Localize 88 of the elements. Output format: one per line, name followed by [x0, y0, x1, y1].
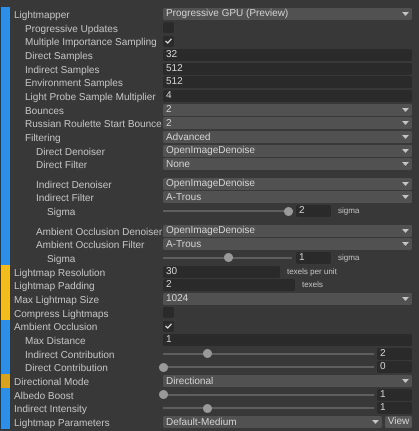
caret-icon	[402, 108, 409, 112]
input-field[interactable]: 1	[163, 334, 412, 346]
setting-label: Lightmap Padding	[14, 281, 95, 292]
input-field[interactable]: 512	[163, 62, 412, 75]
setting-label: Direct Filter	[36, 160, 88, 172]
input-field[interactable]: 32	[163, 48, 412, 61]
dropdown[interactable]: 2	[163, 104, 412, 116]
check-icon	[165, 323, 172, 330]
input-field[interactable]: 30	[163, 266, 280, 278]
input-field[interactable]: 4	[163, 90, 412, 102]
setting-label: Bounces	[25, 106, 64, 117]
dropdown[interactable]: Advanced	[163, 131, 412, 144]
dropdown[interactable]: OpenImageDenoise	[163, 144, 412, 157]
setting-label: Russian Roulette Start Bounce	[25, 119, 162, 130]
caret-icon	[402, 296, 409, 301]
setting-label: Indirect Contribution	[25, 350, 114, 361]
input-field[interactable]: 1	[377, 402, 412, 414]
slider[interactable]	[163, 206, 292, 216]
dropdown[interactable]: 2	[163, 117, 412, 130]
setting-label: Ambient Occlusion Denoiser	[36, 226, 162, 238]
dropdown[interactable]: Default-Medium	[163, 416, 382, 428]
setting-label: Lightmap Resolution	[14, 268, 106, 279]
slider-handle[interactable]	[159, 390, 168, 400]
setting-label: Ambient Occlusion	[14, 322, 98, 334]
unit-label: texels	[302, 279, 323, 292]
setting-label: Progressive Updates	[25, 24, 118, 35]
slider[interactable]	[163, 404, 374, 413]
setting-label: Max Lightmap Size	[14, 294, 100, 306]
checkbox[interactable]	[163, 36, 174, 47]
caret-icon	[402, 121, 409, 126]
caret-icon	[402, 148, 409, 153]
dropdown[interactable]: Directional	[163, 375, 412, 388]
unit-label: sigma	[338, 205, 360, 218]
caret-icon	[402, 182, 409, 186]
caret-icon	[402, 162, 409, 166]
setting-label: Sigma	[47, 207, 76, 218]
input-field[interactable]: 1	[377, 388, 412, 401]
checkbox[interactable]	[163, 320, 174, 332]
dropdown[interactable]: None	[163, 158, 412, 170]
caret-icon	[402, 135, 409, 140]
setting-label: Filtering	[25, 133, 61, 144]
check-icon	[165, 38, 172, 44]
dropdown[interactable]: OpenImageDenoise	[163, 224, 412, 237]
setting-label: Multiple Importance Sampling	[25, 37, 157, 48]
setting-label: Sigma	[47, 254, 76, 265]
input-field[interactable]: 2	[377, 348, 412, 360]
setting-label: Direct Samples	[25, 50, 93, 62]
caret-icon	[402, 195, 409, 200]
input-field[interactable]: 512	[163, 76, 412, 88]
caret-icon	[402, 379, 409, 384]
input-field[interactable]: 0	[377, 361, 412, 374]
setting-label: Indirect Denoiser	[36, 180, 112, 191]
unit-label: sigma	[338, 252, 360, 264]
unit-label: texels per unit	[287, 266, 337, 278]
setting-label: Max Distance	[25, 336, 86, 348]
caret-icon	[372, 420, 379, 424]
caret-icon	[402, 12, 409, 16]
setting-label: Compress Lightmaps	[14, 308, 108, 320]
slider[interactable]	[163, 253, 292, 262]
setting-label: Light Probe Sample Multiplier	[25, 92, 156, 103]
setting-label: Indirect Samples	[25, 64, 100, 76]
input-field[interactable]: 2	[296, 205, 331, 218]
slider-handle[interactable]	[224, 253, 232, 262]
input-field[interactable]: 2	[163, 279, 295, 292]
caret-icon	[402, 228, 409, 233]
setting-label: Ambient Occlusion Filter	[36, 240, 144, 252]
dropdown[interactable]: A-Trous	[163, 238, 412, 250]
slider-handle[interactable]	[203, 349, 212, 358]
dropdown[interactable]: A-Trous	[163, 191, 412, 204]
setting-label: Direct Contribution	[25, 363, 108, 374]
setting-label: Environment Samples	[25, 78, 123, 90]
setting-label: Direct Denoiser	[36, 146, 105, 158]
setting-label: Directional Mode	[14, 377, 90, 388]
input-field[interactable]: 1	[296, 252, 331, 264]
setting-label: Lightmapper	[14, 10, 70, 21]
view-button[interactable]: View	[385, 416, 412, 428]
setting-label: Lightmap Parameters	[14, 418, 110, 430]
setting-label: Indirect Intensity	[14, 404, 87, 416]
setting-label: Indirect Filter	[36, 193, 94, 204]
caret-icon	[402, 242, 409, 246]
slider-handle[interactable]	[284, 206, 294, 216]
slider-handle[interactable]	[159, 362, 168, 372]
slider[interactable]	[163, 349, 374, 358]
slider-handle[interactable]	[203, 404, 212, 413]
dropdown[interactable]: OpenImageDenoise	[163, 178, 412, 190]
dropdown[interactable]: 1024	[163, 292, 412, 305]
setting-label: Albedo Boost	[14, 390, 74, 402]
dropdown[interactable]: Progressive GPU (Preview)	[163, 8, 412, 20]
